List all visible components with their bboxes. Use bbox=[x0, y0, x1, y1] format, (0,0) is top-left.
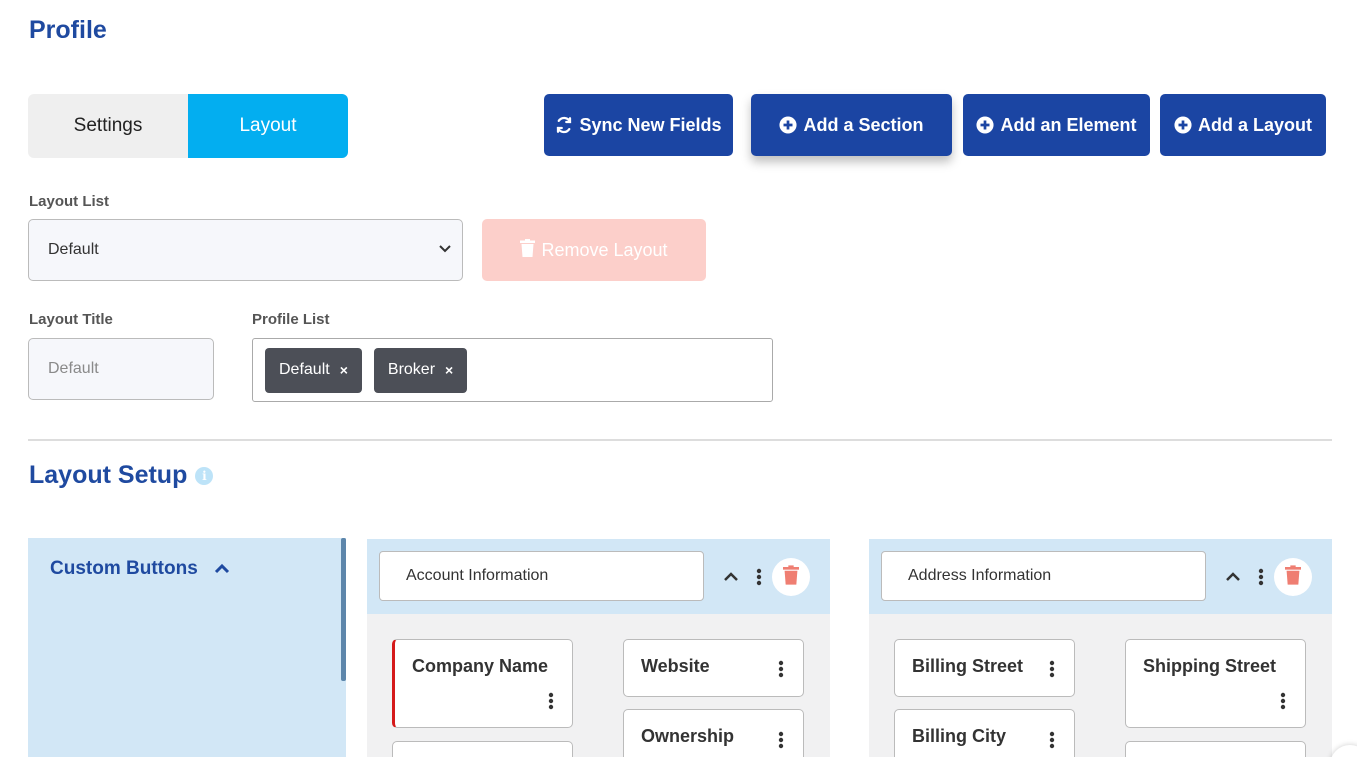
chevron-down-icon bbox=[438, 242, 452, 261]
more-options-icon[interactable] bbox=[756, 568, 762, 591]
plus-circle-icon bbox=[1174, 116, 1192, 134]
add-section-button[interactable]: Add a Section bbox=[751, 94, 952, 156]
section-header: Account Information bbox=[367, 539, 830, 614]
section-header: Address Information bbox=[869, 539, 1332, 614]
tag-label: Default bbox=[279, 361, 330, 378]
layout-title-label: Layout Title bbox=[29, 311, 113, 328]
chevron-up-icon[interactable] bbox=[1225, 569, 1241, 587]
layout-setup-heading: Layout Setup i bbox=[29, 461, 214, 490]
delete-section-button[interactable] bbox=[772, 558, 810, 596]
layout-list-label: Layout List bbox=[29, 193, 110, 210]
trash-icon bbox=[1285, 564, 1301, 590]
remove-layout-label: Remove Layout bbox=[541, 239, 668, 260]
element-card[interactable]: Company Name bbox=[392, 639, 573, 728]
tab-settings[interactable]: Settings bbox=[28, 94, 188, 158]
element-card[interactable]: Billing City bbox=[894, 709, 1075, 757]
floating-help-button[interactable] bbox=[1330, 745, 1357, 757]
element-label: Billing Street bbox=[912, 656, 1024, 676]
sync-icon bbox=[555, 116, 573, 134]
trash-icon bbox=[783, 564, 799, 590]
custom-buttons-title: Custom Buttons bbox=[50, 558, 198, 579]
trash-icon bbox=[520, 238, 536, 262]
custom-buttons-header[interactable]: Custom Buttons bbox=[50, 558, 230, 580]
more-options-icon[interactable] bbox=[548, 692, 554, 715]
more-options-icon[interactable] bbox=[1280, 692, 1286, 715]
element-card[interactable]: Ownership bbox=[623, 709, 804, 757]
add-element-button[interactable]: Add an Element bbox=[963, 94, 1150, 156]
chevron-up-icon[interactable] bbox=[723, 569, 739, 587]
chevron-up-icon bbox=[214, 558, 230, 580]
layout-title-input[interactable] bbox=[28, 338, 214, 400]
custom-buttons-panel: Custom Buttons bbox=[28, 538, 346, 757]
layout-section-address: Address Information Billing Street Billi… bbox=[869, 539, 1332, 757]
element-card[interactable]: Website bbox=[623, 639, 804, 697]
add-layout-button[interactable]: Add a Layout bbox=[1160, 94, 1326, 156]
more-options-icon[interactable] bbox=[1049, 660, 1055, 683]
element-label: Shipping Street bbox=[1143, 656, 1277, 676]
element-label: Website bbox=[641, 656, 710, 676]
scrollbar[interactable] bbox=[341, 538, 346, 681]
element-label: Billing City bbox=[912, 726, 1006, 746]
page-title: Profile bbox=[29, 16, 107, 44]
section-name-input[interactable]: Address Information bbox=[881, 551, 1206, 601]
more-options-icon[interactable] bbox=[1049, 731, 1055, 754]
layout-list-select[interactable]: Default bbox=[28, 219, 463, 281]
info-icon[interactable]: i bbox=[195, 466, 214, 485]
delete-section-button[interactable] bbox=[1274, 558, 1312, 596]
profile-tag-broker: Broker × bbox=[373, 347, 468, 393]
add-layout-label: Add a Layout bbox=[1197, 114, 1312, 135]
more-options-icon[interactable] bbox=[1258, 568, 1264, 591]
layout-setup-title: Layout Setup bbox=[29, 461, 188, 489]
tag-label: Broker bbox=[387, 361, 436, 378]
layout-section-account: Account Information Company Name Website… bbox=[367, 539, 830, 757]
remove-layout-button[interactable]: Remove Layout bbox=[482, 219, 706, 281]
element-card[interactable]: Shipping Street bbox=[1125, 639, 1306, 728]
more-options-icon[interactable] bbox=[778, 731, 784, 754]
plus-circle-icon bbox=[976, 116, 995, 134]
more-options-icon[interactable] bbox=[778, 660, 784, 683]
sync-new-fields-button[interactable]: Sync New Fields bbox=[544, 94, 733, 156]
remove-tag-icon[interactable]: × bbox=[445, 362, 453, 378]
element-card[interactable]: Billing Street bbox=[894, 639, 1075, 697]
view-tabs: Settings Layout bbox=[28, 94, 348, 158]
profile-list-label: Profile List bbox=[252, 311, 330, 328]
layout-list-value: Default bbox=[48, 241, 99, 258]
remove-tag-icon[interactable]: × bbox=[340, 362, 348, 378]
add-element-label: Add an Element bbox=[1000, 114, 1137, 135]
element-card[interactable] bbox=[392, 741, 573, 757]
section-name-input[interactable]: Account Information bbox=[379, 551, 704, 601]
divider bbox=[28, 439, 1332, 441]
element-label: Ownership bbox=[641, 726, 735, 746]
tab-layout[interactable]: Layout bbox=[188, 94, 348, 158]
sync-label: Sync New Fields bbox=[579, 114, 722, 135]
profile-list-input[interactable]: Default × Broker × bbox=[252, 338, 773, 402]
profile-tag-default: Default × bbox=[265, 347, 362, 393]
element-label: Company Name bbox=[412, 656, 549, 676]
element-card[interactable] bbox=[1125, 741, 1306, 757]
add-section-label: Add a Section bbox=[803, 114, 924, 135]
plus-circle-icon bbox=[779, 116, 798, 134]
